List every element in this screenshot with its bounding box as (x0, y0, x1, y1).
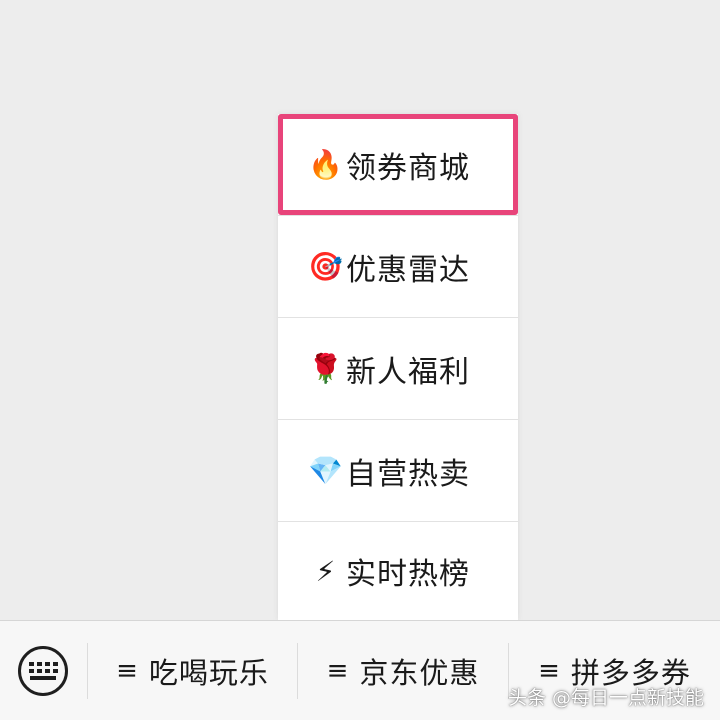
submenu-item-discount-radar[interactable]: 🎯 优惠雷达 (278, 216, 518, 317)
submenu-item-label: 实时热榜 (346, 557, 470, 592)
target-icon: 🎯 (308, 250, 344, 283)
submenu-item-newcomer-benefits[interactable]: 🌹 新人福利 (278, 318, 518, 419)
menu-lines-icon: ≡ (326, 656, 350, 686)
lightning-icon: ⚡ (315, 554, 337, 588)
fire-icon: 🔥 (308, 148, 344, 181)
diamond-icon: 💎 (308, 454, 344, 487)
submenu-item-realtime-ranking[interactable]: ⚡ 实时热榜 (278, 522, 518, 620)
submenu-item-label: 优惠雷达 (346, 252, 470, 288)
menu-tab-jd-deals[interactable]: ≡ 京东优惠 (298, 621, 508, 720)
submenu-item-label: 新人福利 (346, 354, 470, 390)
rose-icon: 🌹 (308, 352, 344, 385)
watermark: 头条 @每日一点新技能 (507, 687, 704, 709)
submenu-item-label: 自营热卖 (346, 456, 470, 492)
keyboard-icon[interactable] (18, 646, 68, 696)
submenu-item-self-operated-hot[interactable]: 💎 自营热卖 (278, 420, 518, 521)
menu-tab-label: 京东优惠 (359, 656, 480, 690)
menu-popup: 🔥 领券商城 🎯 优惠雷达 🌹 新人福利 💎 自营热卖 ⚡ 实时热榜 (278, 114, 518, 620)
wechat-chat-screen: 🔥 领券商城 🎯 优惠雷达 🌹 新人福利 💎 自营热卖 ⚡ 实时热榜 ≡ 吃喝玩… (0, 0, 720, 720)
menu-lines-icon: ≡ (116, 656, 139, 686)
submenu-item-label: 领券商城 (346, 150, 470, 186)
menu-lines-icon: ≡ (538, 656, 561, 686)
menu-tab-label: 吃喝玩乐 (148, 656, 269, 690)
submenu-item-coupon-mall[interactable]: 🔥 领券商城 (278, 114, 518, 215)
menu-tab-food-fun[interactable]: ≡ 吃喝玩乐 (88, 621, 297, 720)
